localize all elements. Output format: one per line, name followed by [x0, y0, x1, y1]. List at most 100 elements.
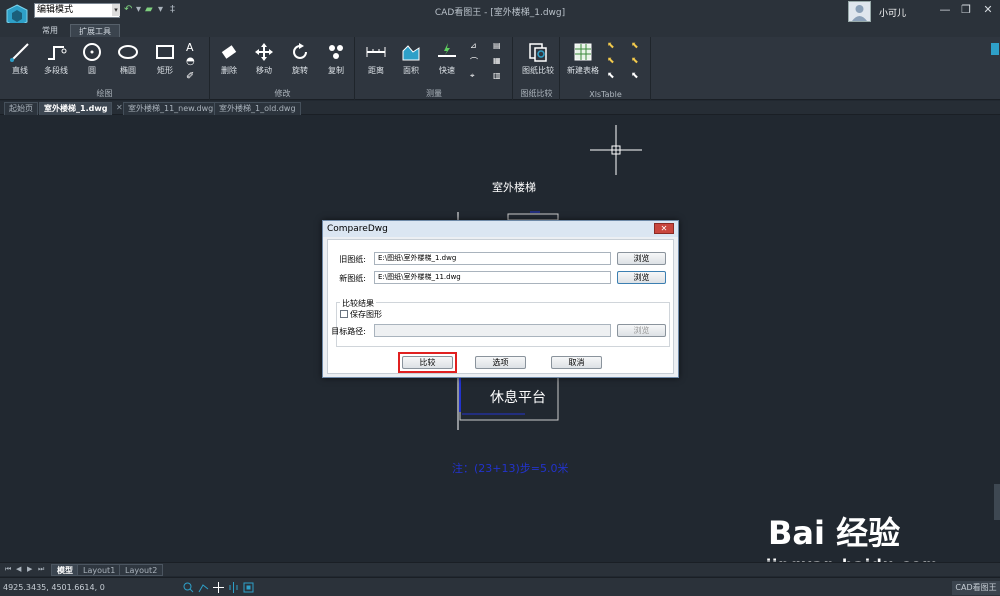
user-icon: [852, 5, 867, 21]
doc-tab-start[interactable]: 起始页: [4, 102, 38, 115]
group-measure-label: 测量: [426, 89, 442, 98]
delete-tool[interactable]: 删除: [211, 41, 247, 76]
copy-tool[interactable]: 复制: [318, 41, 354, 76]
rotate-tool[interactable]: 旋转: [282, 41, 318, 76]
ortho-icon[interactable]: [228, 582, 239, 593]
tab-extended-tools[interactable]: 扩展工具: [70, 24, 120, 37]
save-drawing-label: 保存图形: [350, 310, 382, 319]
group-measure: 距离 面积 快速 ⊿ ⌒ ⌖ ▤ ▦ ▥ 测量: [356, 37, 513, 100]
table-cursor-icon-5[interactable]: ⬉: [631, 56, 645, 68]
area-icon: [402, 45, 420, 61]
polyline-icon: [48, 46, 67, 60]
eraser-icon: [221, 45, 237, 59]
nav-last-icon[interactable]: ⏭: [38, 565, 44, 574]
layout-tab-layout2[interactable]: Layout2: [119, 564, 164, 576]
browse-new-button[interactable]: 浏览: [617, 271, 666, 284]
new-table-label: 新建表格: [567, 66, 599, 75]
table-icon: [574, 43, 592, 61]
ellipse-icon: [118, 45, 138, 59]
minimize-button[interactable]: —: [937, 3, 953, 17]
nav-prev-icon[interactable]: ◀: [16, 565, 21, 573]
area-label: 面积: [403, 66, 419, 75]
maximize-button[interactable]: ❐: [958, 3, 974, 17]
doc-tab-new[interactable]: 室外楼梯_11_new.dwg: [123, 102, 219, 115]
group-modify: 删除 移动 旋转 复制 修改: [211, 37, 355, 100]
measure-export-icon[interactable]: ▥: [493, 71, 507, 83]
angle-measure-icon[interactable]: ⊿: [470, 41, 484, 53]
line-label: 直线: [12, 66, 28, 75]
quick-measure-tool[interactable]: 快速: [429, 41, 465, 76]
measure-table-icon[interactable]: ▤: [493, 41, 507, 53]
circle-tool[interactable]: 圆: [74, 41, 110, 76]
rect-tool[interactable]: 矩形: [147, 41, 183, 76]
document-tab-bar: 起始页 室外楼梯_1.dwg ✕ 室外楼梯_11_new.dwg 室外楼梯_1_…: [0, 101, 1000, 115]
ellipse-tool[interactable]: 椭圆: [110, 41, 146, 76]
sketch-icon[interactable]: ✐: [186, 71, 200, 83]
distance-tool[interactable]: 距离: [358, 41, 394, 76]
close-button[interactable]: ✕: [980, 3, 996, 17]
target-path-input[interactable]: [374, 324, 611, 337]
area-tool[interactable]: 面积: [393, 41, 429, 76]
dialog-body: 旧图纸: E:\图纸\室外楼梯_1.dwg 浏览 新图纸: E:\图纸\室外楼梯…: [327, 239, 674, 374]
nav-next-icon[interactable]: ▶: [27, 565, 32, 573]
polyline-tool[interactable]: 多段线: [38, 41, 74, 76]
snap-icon[interactable]: [198, 582, 209, 593]
ribbon-collapse-icon[interactable]: [991, 43, 999, 55]
doc-tab-old[interactable]: 室外楼梯_1_old.dwg: [214, 102, 301, 115]
table-cursor-icon-1[interactable]: ⬉: [607, 41, 621, 53]
new-drawing-input[interactable]: E:\图纸\室外楼梯_11.dwg: [374, 271, 611, 284]
table-cursor-icon-4[interactable]: ⬉: [631, 41, 645, 53]
fit-window-icon[interactable]: [243, 582, 254, 593]
cancel-button[interactable]: 取消: [551, 356, 602, 369]
nav-first-icon[interactable]: ⏮: [5, 565, 11, 574]
dialog-close-button[interactable]: ✕: [654, 223, 674, 234]
browse-target-button[interactable]: 浏览: [617, 324, 666, 337]
browse-old-button[interactable]: 浏览: [617, 252, 666, 265]
result-group-title: 比较结果: [340, 298, 376, 309]
compare-drawing-tool[interactable]: 图纸比较: [517, 41, 559, 76]
crosshair-icon[interactable]: [213, 582, 224, 593]
line-icon: [10, 43, 29, 62]
canvas-scrollbar[interactable]: [994, 484, 1000, 520]
rectangle-icon: [156, 45, 174, 59]
circle-icon: [83, 43, 101, 61]
rect-label: 矩形: [157, 66, 173, 75]
new-table-tool[interactable]: 新建表格: [563, 41, 603, 76]
table-cursor-icon-2[interactable]: ⬉: [607, 56, 621, 68]
cursor-coordinates: 4925.3435, 4501.6614, 0: [3, 583, 105, 592]
old-drawing-label: 旧图纸:: [339, 255, 366, 264]
canvas-platform-text: 休息平台: [490, 390, 546, 406]
zoom-icon[interactable]: [183, 582, 194, 593]
options-button[interactable]: 选项: [475, 356, 526, 369]
ruler-distance-icon: [366, 47, 386, 57]
user-avatar[interactable]: [848, 1, 871, 22]
table-cursor-icon-3[interactable]: ⬉: [607, 71, 621, 83]
arc-measure-icon[interactable]: ⌒: [470, 56, 484, 68]
measure-list-icon[interactable]: ▦: [493, 56, 507, 68]
move-tool[interactable]: 移动: [246, 41, 282, 76]
doc-tab-active[interactable]: 室外楼梯_1.dwg: [39, 102, 113, 115]
doc-tab-close-icon[interactable]: ✕: [116, 103, 123, 112]
old-drawing-input[interactable]: E:\图纸\室外楼梯_1.dwg: [374, 252, 611, 265]
tab-common[interactable]: 常用: [34, 24, 66, 37]
layout-tab-model[interactable]: 模型: [51, 564, 79, 576]
target-path-label: 目标路径:: [331, 327, 366, 336]
text-icon[interactable]: A: [186, 41, 200, 54]
layout-tab-layout1[interactable]: Layout1: [77, 564, 122, 576]
group-xlstable-label: XlsTable: [589, 90, 622, 99]
new-drawing-label: 新图纸:: [339, 274, 366, 283]
save-drawing-checkbox[interactable]: [340, 310, 348, 318]
user-name[interactable]: 小可儿: [879, 6, 906, 19]
compare-button-highlight: [398, 352, 457, 373]
cloud-icon[interactable]: ◓: [186, 56, 200, 68]
status-bar: 4925.3435, 4501.6614, 0 CAD看图王: [0, 577, 1000, 596]
group-draw-label: 绘图: [96, 89, 113, 98]
quick-measure-icon: [438, 43, 456, 57]
coordinate-icon[interactable]: ⌖: [470, 71, 484, 83]
table-cursor-icon-6[interactable]: ⬉: [631, 71, 645, 83]
ribbon-tab-bar: 常用 扩展工具: [0, 23, 1000, 37]
rotate-icon: [293, 43, 307, 59]
dialog-title: CompareDwg: [323, 221, 678, 237]
compare-label: 图纸比较: [522, 66, 554, 75]
line-tool[interactable]: 直线: [2, 41, 38, 76]
